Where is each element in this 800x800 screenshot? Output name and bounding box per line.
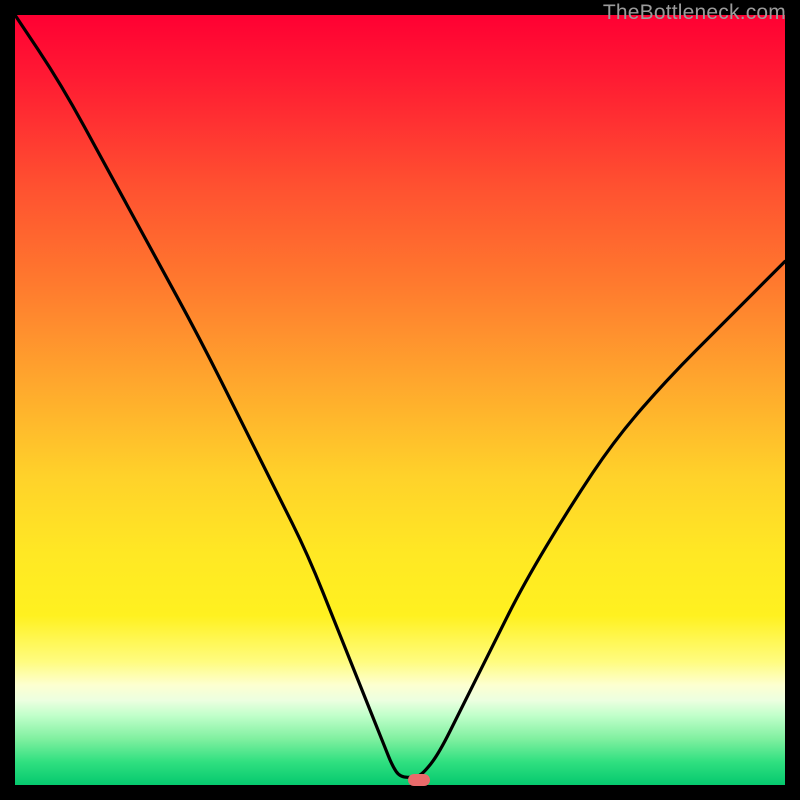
gradient-background bbox=[15, 15, 785, 785]
plot-area bbox=[15, 15, 785, 785]
optimal-point-marker bbox=[408, 774, 430, 786]
chart-container: TheBottleneck.com bbox=[0, 0, 800, 800]
watermark-text: TheBottleneck.com bbox=[603, 1, 786, 25]
